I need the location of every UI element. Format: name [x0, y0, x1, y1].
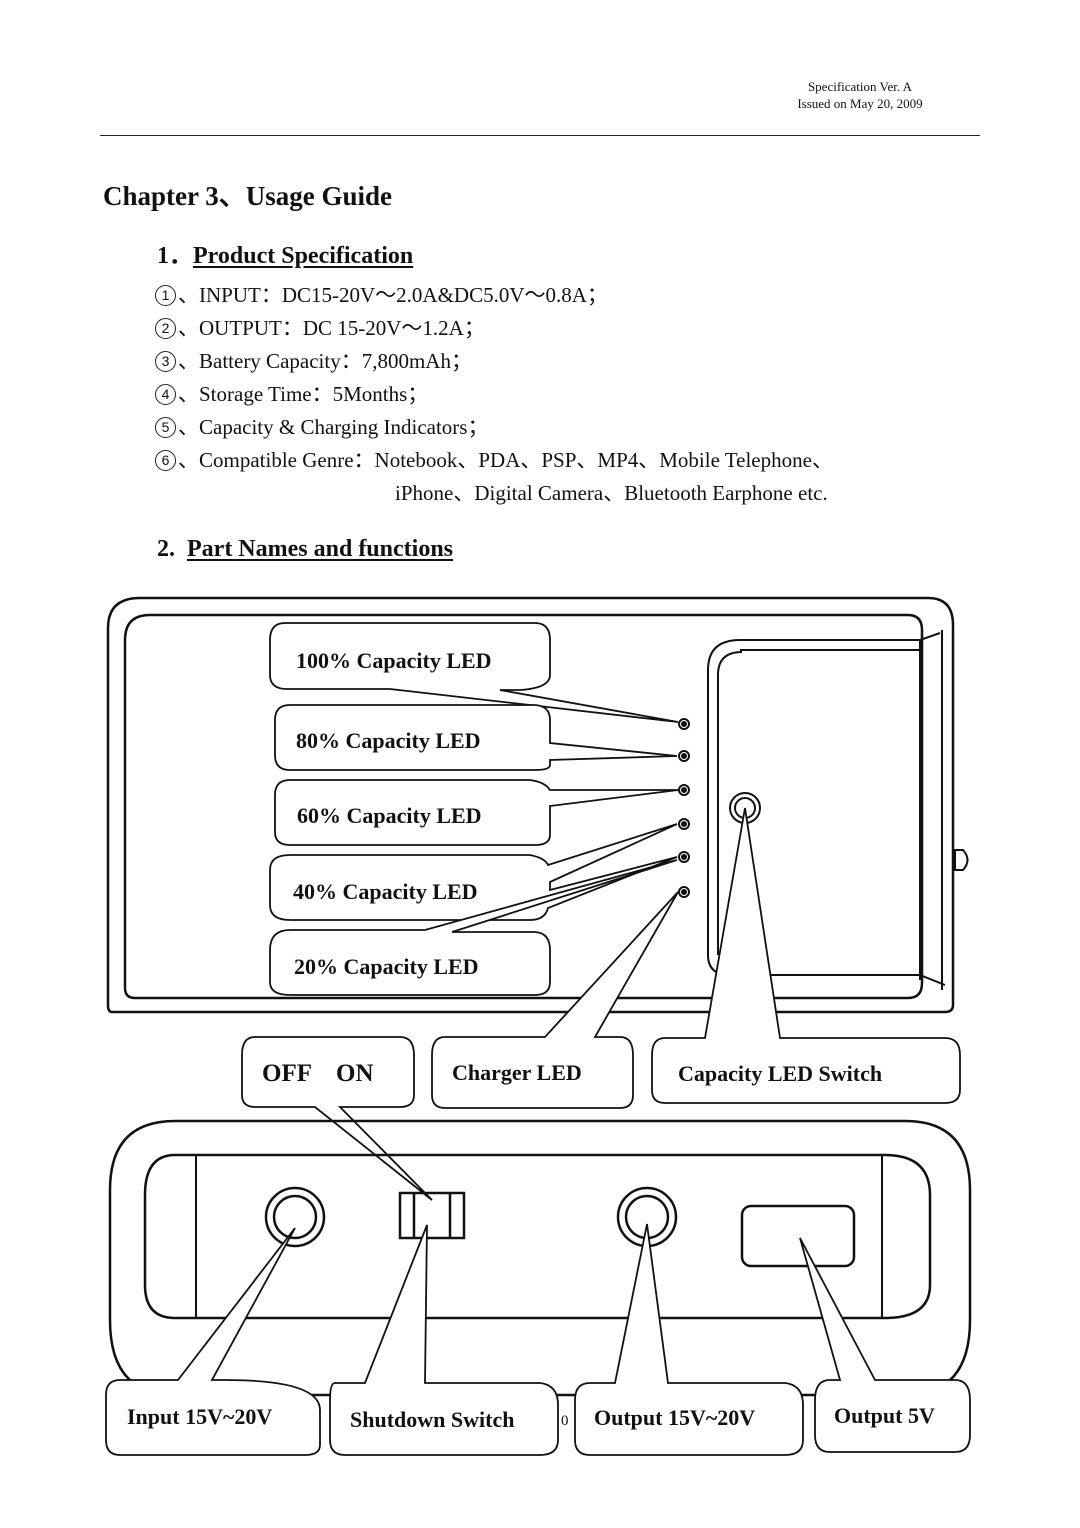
- page-mark: 0: [561, 1413, 569, 1429]
- label-charger-led: Charger LED: [452, 1060, 582, 1085]
- output-port-usb: [740, 1204, 856, 1268]
- label-input: Input 15V~20V: [127, 1404, 273, 1429]
- led-indicators: [678, 718, 690, 898]
- label-off-on: OFF ON: [262, 1060, 374, 1087]
- part-diagram: [105, 596, 972, 1456]
- label-led-60: 60% Capacity LED: [297, 803, 482, 828]
- label-output-5v: Output 5V: [834, 1403, 935, 1428]
- label-led-40: 40% Capacity LED: [293, 879, 478, 904]
- label-led-100: 100% Capacity LED: [296, 648, 492, 673]
- label-capacity-led-switch: Capacity LED Switch: [678, 1061, 883, 1086]
- label-shutdown-switch: Shutdown Switch: [350, 1407, 515, 1432]
- label-led-20: 20% Capacity LED: [294, 954, 479, 979]
- label-output-dc: Output 15V~20V: [594, 1405, 756, 1430]
- label-led-80: 80% Capacity LED: [296, 728, 481, 753]
